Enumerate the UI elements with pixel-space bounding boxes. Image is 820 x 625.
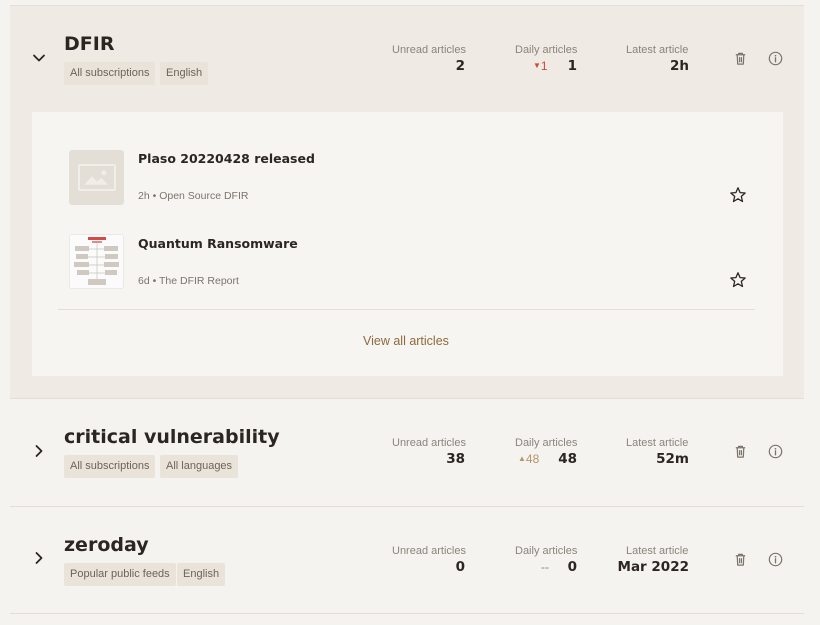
article-title[interactable]: Plaso 20220428 released bbox=[138, 151, 315, 166]
unread-articles-value: 38 bbox=[446, 451, 465, 467]
trash-icon[interactable] bbox=[731, 442, 749, 460]
daily-articles-label: Daily articles bbox=[515, 437, 578, 449]
tag-language[interactable]: English bbox=[160, 62, 209, 85]
unread-articles-value: 2 bbox=[455, 58, 465, 74]
topic-title[interactable]: DFIR bbox=[64, 33, 114, 55]
tag-subscriptions[interactable]: Popular public feeds bbox=[64, 563, 176, 586]
unread-articles-label: Unread articles bbox=[392, 44, 466, 56]
daily-articles-label: Daily articles bbox=[515, 545, 578, 557]
article-thumbnail[interactable] bbox=[69, 234, 124, 289]
unread-articles-label: Unread articles bbox=[392, 545, 466, 557]
star-icon[interactable] bbox=[729, 271, 747, 289]
tag-language[interactable]: All languages bbox=[160, 455, 239, 478]
daily-articles-label: Daily articles bbox=[515, 44, 578, 56]
triangle-down-icon: ▼ bbox=[533, 61, 541, 70]
daily-articles-value: 1 bbox=[567, 58, 577, 74]
trash-icon[interactable] bbox=[731, 49, 749, 67]
article-meta: 6d • The DFIR Report bbox=[138, 275, 239, 287]
info-icon[interactable] bbox=[766, 442, 784, 460]
latest-article-value: Mar 2022 bbox=[617, 559, 689, 575]
articles-divider bbox=[58, 309, 755, 310]
bottom-divider bbox=[10, 613, 804, 614]
latest-article-value: 2h bbox=[669, 58, 689, 74]
tag-subscriptions[interactable]: All subscriptions bbox=[64, 455, 156, 478]
article-title[interactable]: Quantum Ransomware bbox=[138, 236, 298, 251]
daily-articles-value: 48 bbox=[558, 451, 577, 467]
daily-articles-value: 0 bbox=[567, 559, 577, 575]
tag-language[interactable]: English bbox=[177, 563, 226, 586]
unread-articles-label: Unread articles bbox=[392, 437, 466, 449]
latest-article-value: 52m bbox=[656, 451, 689, 467]
topic-title[interactable]: critical vulnerability bbox=[64, 426, 280, 448]
chevron-right-icon[interactable] bbox=[30, 549, 48, 567]
triangle-up-icon: ▲ bbox=[518, 454, 526, 463]
latest-article-label: Latest article bbox=[626, 44, 689, 56]
chevron-down-icon[interactable] bbox=[30, 49, 48, 67]
latest-article-label: Latest article bbox=[626, 545, 689, 557]
unread-articles-value: 0 bbox=[455, 559, 465, 575]
daily-delta: ▲48 bbox=[518, 452, 540, 466]
info-icon[interactable] bbox=[766, 550, 784, 568]
latest-article-label: Latest article bbox=[626, 437, 689, 449]
tag-subscriptions[interactable]: All subscriptions bbox=[64, 62, 156, 85]
view-all-articles-link[interactable]: View all articles bbox=[363, 334, 449, 348]
article-meta: 2h • Open Source DFIR bbox=[138, 190, 249, 202]
info-icon[interactable] bbox=[766, 49, 784, 67]
trash-icon[interactable] bbox=[731, 550, 749, 568]
topic-title[interactable]: zeroday bbox=[64, 534, 149, 556]
chevron-right-icon[interactable] bbox=[30, 442, 48, 460]
image-placeholder-icon[interactable] bbox=[69, 150, 124, 205]
star-icon[interactable] bbox=[729, 186, 747, 204]
